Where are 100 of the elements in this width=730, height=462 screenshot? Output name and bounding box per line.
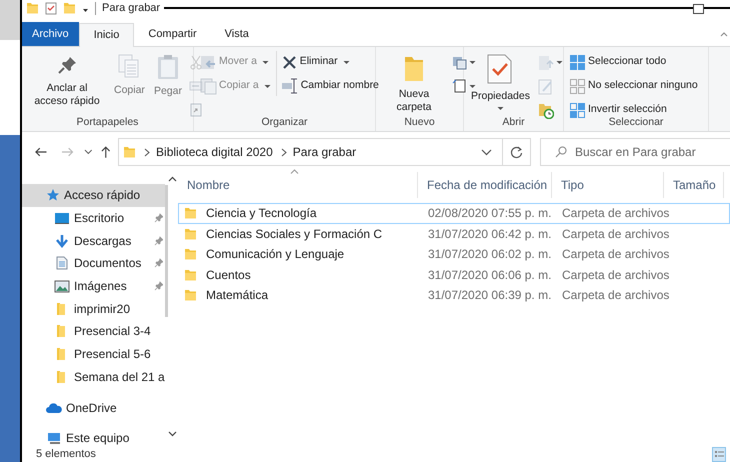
ribbon-button[interactable]: Eliminar: [280, 52, 379, 72]
caret-icon: [496, 106, 504, 111]
new-document-icon: [452, 78, 467, 94]
column-header[interactable]: Nombre: [178, 172, 418, 198]
tab[interactable]: Inicio: [78, 23, 134, 47]
column-header[interactable]: Tamaño: [664, 172, 724, 198]
date-cell-text: 31/07/2020 06:39 p. m.: [427, 287, 552, 304]
history-icon: [536, 101, 554, 119]
scroll-up-icon[interactable]: [168, 176, 177, 182]
pin-icon: [154, 281, 163, 292]
desktop-icon: [54, 211, 70, 226]
sidebar-item[interactable]: Descargas: [22, 229, 165, 252]
folder-icon: [184, 288, 197, 302]
tab[interactable]: Archivo: [22, 22, 79, 46]
window-title: Para grabar: [95, 2, 160, 14]
column-header[interactable]: Tipo: [552, 172, 664, 198]
dropdown-caret-icon[interactable]: [480, 148, 492, 156]
computer-icon: [46, 431, 62, 446]
ribbon-button[interactable]: No seleccionar ninguno: [569, 76, 698, 96]
type-cell-text: Carpeta de archivos: [561, 246, 670, 264]
sidebar-item[interactable]: Este equipo: [22, 426, 165, 450]
caret-icon: [556, 60, 563, 64]
folder-icon: [184, 206, 197, 220]
file-row[interactable]: Cuentos 31/07/2020 06:06 p. m. Carpeta de archivos: [178, 264, 730, 285]
status-text: 5 elementos: [35, 447, 96, 462]
chevron-right-icon: [280, 148, 287, 156]
ribbon-button[interactable]: Cambiar nombre: [280, 76, 379, 96]
sidebar-item[interactable]: Semana del 21 a: [22, 366, 165, 388]
select-all-icon: [569, 54, 586, 70]
sidebar-item[interactable]: imprimir20: [22, 297, 165, 320]
clipboard-icon: [156, 53, 180, 80]
star-icon: [46, 188, 60, 202]
breadcrumb-item[interactable]: Para grabar: [292, 143, 356, 161]
sidebar-item[interactable]: Acceso rápido: [22, 184, 165, 207]
copy-icon: [117, 53, 142, 79]
caret-icon: [342, 60, 350, 64]
group-label: Abrir: [501, 115, 526, 130]
breadcrumb-item[interactable]: Biblioteca digital 2020: [156, 143, 273, 161]
search-box[interactable]: Buscar en Para grabar: [540, 138, 730, 166]
sidebar-item[interactable]: OneDrive: [22, 396, 165, 419]
date-cell-text: 31/07/2020 06:06 p. m.: [427, 266, 552, 284]
forward-icon[interactable]: [61, 146, 75, 158]
pin-icon: [154, 213, 163, 224]
ribbon-button[interactable]: Seleccionar todo: [569, 52, 698, 72]
folder-icon: [26, 1, 39, 15]
copy-to-icon: [199, 77, 217, 95]
address-bar[interactable]: Biblioteca digital 2020 Para grabar: [118, 138, 531, 166]
pin-icon: [154, 236, 163, 246]
refresh-icon[interactable]: [510, 146, 523, 158]
ribbon-button[interactable]: Propiedades: [469, 51, 532, 111]
file-row[interactable]: Ciencia y Tecnología 02/08/2020 07:55 p. m. Carpeta de archivos: [178, 203, 730, 224]
paste-shortcut-icon: [188, 102, 203, 118]
file-name: Ciencias Sociales y Formación C: [206, 226, 382, 243]
folder-icon: [123, 145, 136, 159]
ribbon-button[interactable]: Anclar al acceso rápido: [27, 51, 107, 108]
date-cell-text: 02/08/2020 07:55 p. m.: [427, 205, 552, 222]
chevron-right-icon: [144, 148, 150, 156]
search-icon: [554, 146, 567, 158]
folder-icon: [184, 226, 197, 241]
cloud-icon: [46, 400, 62, 415]
search-input[interactable]: Buscar en Para grabar: [574, 139, 730, 165]
ribbon-expand-icon[interactable]: [720, 31, 728, 37]
sidebar-item[interactable]: Imágenes: [22, 274, 165, 298]
details-view-icon[interactable]: [712, 447, 726, 462]
recent-caret-icon[interactable]: [84, 149, 93, 155]
sidebar-item[interactable]: Documentos: [22, 252, 165, 275]
file-name: Comunicación y Lenguaje: [206, 246, 344, 264]
group-label: Portapapeles: [76, 115, 140, 130]
caret-icon: [469, 60, 476, 64]
path-copy-icon: [188, 79, 203, 93]
sidebar-item[interactable]: Presencial 5-6: [22, 342, 165, 366]
group-label: Organizar: [260, 115, 309, 130]
type-cell-text: Carpeta de archivos: [561, 287, 670, 304]
group-label: Nuevo: [403, 115, 436, 130]
file-row[interactable]: Matemática 31/07/2020 06:39 p. m. Carpeta de archivos: [178, 285, 730, 306]
file-name: Ciencia y Tecnología: [206, 205, 317, 222]
rename-icon: [280, 77, 299, 95]
file-row[interactable]: Comunicación y Lenguaje 31/07/2020 06:02 p. m. Carpeta de archivos: [178, 244, 730, 264]
file-name: Cuentos: [206, 266, 251, 284]
folder-icon: [184, 268, 197, 282]
sidebar-item[interactable]: Presencial 3-4: [22, 320, 165, 343]
folder-icon: [63, 1, 76, 15]
up-icon[interactable]: [100, 145, 112, 159]
select-none-icon: [569, 78, 586, 94]
column-header[interactable]: Fecha de modificación: [418, 172, 552, 198]
sidebar-item[interactable]: Escritorio: [22, 206, 165, 230]
file-row[interactable]: Ciencias Sociales y Formación C 31/07/2020 06:42 p. m. Carpeta de archivos: [178, 224, 730, 244]
tab[interactable]: Compartir: [134, 22, 211, 46]
tab[interactable]: Vista: [210, 22, 263, 46]
file-name: Matemática: [206, 287, 268, 304]
pin-icon: [154, 258, 163, 268]
ribbon-button[interactable]: Nueva carpeta: [381, 51, 447, 114]
edit-icon: [536, 78, 554, 94]
back-icon[interactable]: [34, 146, 48, 158]
scroll-down-icon[interactable]: [168, 431, 177, 437]
checkbox-icon[interactable]: [45, 2, 57, 14]
caret-icon: [264, 84, 271, 88]
maximize-icon[interactable]: [693, 4, 704, 14]
type-cell-text: Carpeta de archivos: [561, 226, 670, 243]
scissors-icon: [188, 54, 203, 70]
